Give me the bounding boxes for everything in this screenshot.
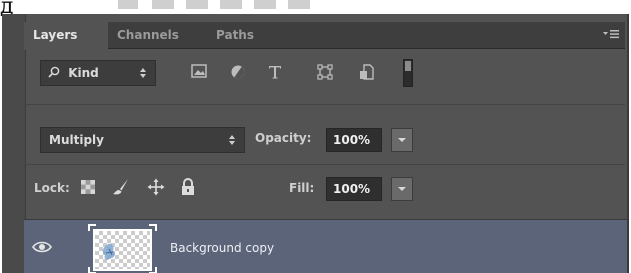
panel-tab-bar: Layers Channels Paths: [24, 22, 625, 50]
lock-transparent-pixels-icon[interactable]: [80, 178, 96, 196]
blend-mode-select[interactable]: Multiply: [40, 127, 245, 153]
lock-image-pixels-icon[interactable]: [112, 178, 128, 196]
fill-label: Fill:: [289, 181, 315, 195]
cropped-glyph: [186, 0, 208, 9]
opacity-label: Opacity:: [255, 131, 312, 145]
panel-border: [627, 14, 629, 273]
lock-position-icon[interactable]: [147, 178, 165, 196]
type-filter-icon[interactable]: [266, 64, 284, 82]
tab-layers[interactable]: Layers: [24, 22, 108, 50]
tab-paths[interactable]: Paths: [207, 22, 282, 49]
blend-mode-value: Multiply: [49, 133, 104, 147]
select-arrows-icon: [228, 128, 236, 162]
search-icon: [48, 66, 64, 80]
lock-label: Lock:: [34, 181, 70, 195]
adjustment-filter-icon[interactable]: [229, 64, 247, 82]
divider: [24, 164, 625, 165]
panel-dock-edge: [2, 14, 26, 273]
opacity-slider-button[interactable]: [391, 128, 413, 152]
shape-filter-icon[interactable]: [316, 64, 334, 82]
visibility-toggle[interactable]: [24, 220, 64, 273]
pixel-filter-icon[interactable]: [190, 64, 208, 82]
filter-kind-select[interactable]: Kind: [40, 60, 156, 86]
lock-all-icon[interactable]: [180, 178, 196, 196]
tab-channels[interactable]: Channels: [108, 22, 206, 49]
select-arrows-icon: [139, 61, 147, 95]
filter-toggle-switch[interactable]: [403, 59, 413, 87]
cropped-glyph: [118, 0, 138, 9]
top-cropped-area: д: [0, 0, 631, 19]
fill-slider-button[interactable]: [391, 177, 413, 201]
cropped-glyph: [220, 0, 242, 9]
cropped-glyph: [254, 0, 276, 9]
fill-input[interactable]: 100%: [326, 177, 382, 201]
thumbnail-selection-corners: [88, 224, 157, 273]
eye-icon: [32, 239, 52, 258]
chevron-down-icon: [398, 187, 406, 191]
layer-row[interactable]: Background copy: [24, 219, 627, 273]
cropped-glyph: [152, 0, 174, 9]
opacity-input[interactable]: 100%: [326, 128, 382, 152]
panel-menu-icon[interactable]: [603, 29, 619, 41]
smart-object-filter-icon[interactable]: [358, 64, 376, 82]
filter-kind-label: Kind: [68, 66, 99, 80]
cropped-glyph: [288, 0, 310, 9]
chevron-down-icon: [398, 138, 406, 142]
divider: [24, 104, 625, 105]
layer-name[interactable]: Background copy: [170, 241, 274, 255]
